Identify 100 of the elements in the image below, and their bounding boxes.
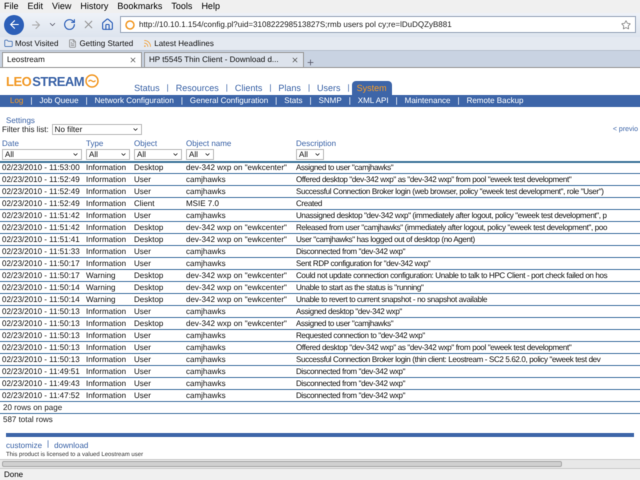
table-cell: 02/23/2010 - 11:49:51 <box>0 366 84 378</box>
nav-tab[interactable]: Users <box>312 80 346 95</box>
table-cell: User <box>132 330 184 342</box>
table-cell: camjhawks <box>184 210 294 222</box>
column-header[interactable]: Description <box>294 138 640 149</box>
table-cell: 02/23/2010 - 11:50:17 <box>0 258 84 270</box>
table-cell: 02/23/2010 - 11:50:17 <box>0 270 84 282</box>
back-arrow-icon <box>8 18 20 32</box>
column-filter-select[interactable]: All <box>296 148 324 160</box>
column-filter-select[interactable]: All <box>186 148 214 160</box>
menu-item[interactable]: Tools <box>171 1 192 12</box>
sub-nav-tab[interactable]: Maintenance <box>400 96 454 106</box>
column-filter-select[interactable]: All <box>2 148 82 160</box>
address-bar[interactable]: http://10.10.1.154/config.pl?uid=310822298513827S;rmb users pol cy;re=lDuDQZyB881 <box>120 16 636 34</box>
table-cell: User <box>132 210 184 222</box>
sub-nav-tab[interactable]: Stats <box>280 96 306 106</box>
table-cell: Desktop <box>132 162 184 174</box>
separator: | <box>456 96 461 106</box>
close-icon[interactable] <box>129 56 137 64</box>
separator: | <box>348 96 352 106</box>
separator: | <box>394 96 399 106</box>
reload-icon <box>63 18 76 32</box>
separator: | <box>308 96 313 106</box>
column-filter-select[interactable]: All <box>134 148 182 160</box>
table-cell: Information <box>84 390 132 402</box>
bookmark-link[interactable]: Latest Headlines <box>143 38 214 48</box>
table-cell: Assigned desktop "dev-342 wxp" <box>294 306 640 318</box>
table-cell: Information <box>84 198 132 210</box>
bookmark-link[interactable]: Getting Started <box>68 38 134 48</box>
table-cell: Disconnected from "dev-342 wxp" <box>294 378 640 390</box>
home-button[interactable] <box>101 18 114 32</box>
table-cell: Information <box>84 378 132 390</box>
filter-select[interactable]: No filter <box>52 124 142 135</box>
home-icon <box>101 18 114 32</box>
table-cell: 02/23/2010 - 11:52:49 <box>0 198 84 210</box>
menu-item[interactable]: File <box>4 1 19 12</box>
rss-icon <box>143 38 152 48</box>
table-cell: 02/23/2010 - 11:51:42 <box>0 210 84 222</box>
table-cell: dev-342 wxp on "ewkcenter" <box>184 222 294 234</box>
nav-tab[interactable]: Status <box>129 80 165 95</box>
sub-nav-tab[interactable]: Job Queue <box>35 96 83 106</box>
column-header[interactable]: Object name <box>184 138 294 149</box>
table-cell: 02/23/2010 - 11:51:42 <box>0 222 84 234</box>
table-cell: User <box>132 258 184 270</box>
menu-item[interactable]: Edit <box>28 1 44 12</box>
menu-item[interactable]: History <box>80 1 108 12</box>
table-cell: MSIE 7.0 <box>184 198 294 210</box>
table-cell: Requested connection to "dev-342 wxp" <box>294 330 640 342</box>
bookmark-star-icon[interactable] <box>621 20 631 30</box>
browser-tab[interactable]: Leostream <box>2 52 142 67</box>
separator: | <box>268 82 272 94</box>
menu-item[interactable]: View <box>52 1 72 12</box>
table-cell: Desktop <box>132 222 184 234</box>
separator: | <box>46 439 50 450</box>
menu-item[interactable]: Bookmarks <box>117 1 162 12</box>
table-cell: 02/23/2010 - 11:53:00 <box>0 162 84 174</box>
horizontal-scrollbar[interactable] <box>0 459 640 468</box>
bookmark-link[interactable]: Most Visited <box>4 38 58 48</box>
table-cell: 02/23/2010 - 11:50:13 <box>0 306 84 318</box>
table-cell: Unable to start as the status is "running" <box>294 282 640 294</box>
column-filter-select[interactable]: All <box>86 148 130 160</box>
table-cell: Disconnected from "dev-342 wxp" <box>294 390 640 402</box>
table-cell: Client <box>132 198 184 210</box>
caret-icon <box>132 126 139 133</box>
table-cell: 02/23/2010 - 11:50:13 <box>0 318 84 330</box>
reload-button[interactable] <box>63 18 76 32</box>
table-cell: Desktop <box>132 270 184 282</box>
table-cell: camjhawks <box>184 258 294 270</box>
new-tab-button[interactable] <box>306 58 315 67</box>
nav-tab[interactable]: Plans <box>273 80 306 95</box>
table-cell: dev-342 wxp on "ewkcenter" <box>184 162 294 174</box>
table-cell: User <box>132 186 184 198</box>
sub-nav-tab[interactable]: XML API <box>354 96 393 106</box>
table-cell: camjhawks <box>184 390 294 402</box>
table-cell: Information <box>84 222 132 234</box>
menu-item[interactable]: Help <box>201 1 220 12</box>
browser-tab[interactable]: HP t5545 Thin Client - Download d... <box>144 52 304 67</box>
footer-link[interactable]: download <box>54 440 88 450</box>
table-cell: camjhawks <box>184 330 294 342</box>
nav-tab[interactable]: Resources <box>170 80 224 95</box>
table-cell: Information <box>84 342 132 354</box>
folder-icon <box>4 38 13 48</box>
column-header[interactable]: Type <box>84 138 132 149</box>
separator: | <box>180 96 184 106</box>
leostream-logo: LEOSTREAM <box>6 74 100 95</box>
sub-nav-tab[interactable]: Network Configuration <box>90 96 178 106</box>
close-icon[interactable] <box>291 56 299 64</box>
table-cell: Successful Connection Broker login (web browser, policy "eweek test development", role "User") <box>294 186 640 198</box>
table-cell: camjhawks <box>184 378 294 390</box>
sub-nav-tab[interactable]: SNMP <box>314 96 346 106</box>
sub-nav-tab[interactable]: Remote Backup <box>462 96 528 106</box>
nav-tab[interactable]: Clients <box>230 80 268 95</box>
back-button[interactable] <box>4 14 24 35</box>
settings-link[interactable]: Settings <box>6 116 35 125</box>
table-cell: dev-342 wxp on "ewkcenter" <box>184 318 294 330</box>
column-header[interactable]: Object <box>132 138 184 149</box>
column-header[interactable]: Date <box>0 138 84 149</box>
footer-link[interactable]: customize <box>6 440 42 450</box>
sub-nav-tab[interactable]: General Configuration <box>186 96 272 106</box>
table-cell: Information <box>84 330 132 342</box>
